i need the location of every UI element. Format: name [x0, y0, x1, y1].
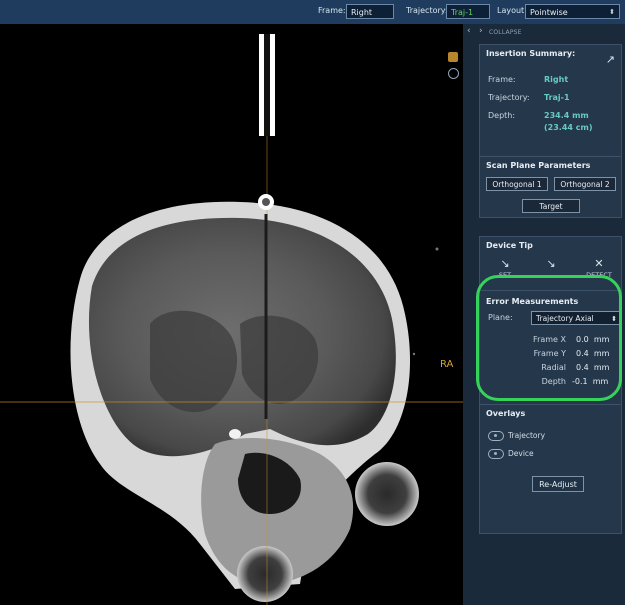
- summary-frame-value: Right: [544, 75, 569, 84]
- insertion-summary-card: Insertion Summary: ↗ Frame: Right Trajec…: [479, 44, 622, 162]
- frame-label: Frame:: [318, 6, 346, 15]
- highlight-ring: [476, 275, 622, 401]
- insertion-summary-title: Insertion Summary:: [486, 49, 576, 58]
- chevron-left-icon[interactable]: ‹: [467, 26, 471, 36]
- viewer-tools: [448, 52, 462, 79]
- scan-plane-title: Scan Plane Parameters: [486, 161, 591, 170]
- orientation-label: RA: [440, 359, 454, 370]
- summary-depth-cm: (23.44 cm): [544, 123, 593, 132]
- frame-select[interactable]: Right: [346, 4, 394, 19]
- overlays-card: Overlays Trajectory Device: [479, 404, 622, 534]
- device-tip-title: Device Tip: [486, 241, 533, 250]
- eye-icon[interactable]: [488, 449, 504, 459]
- overlay-trajectory-label: Trajectory: [508, 431, 546, 440]
- chevron-right-icon[interactable]: ›: [479, 26, 483, 36]
- trajectory-label: Trajectory:: [406, 6, 448, 15]
- overlays-title: Overlays: [486, 409, 526, 418]
- summary-frame-key: Frame:: [488, 75, 516, 84]
- re-adjust-button[interactable]: Re-Adjust: [532, 476, 584, 492]
- summary-trajectory-key: Trajectory:: [488, 93, 530, 102]
- layout-label: Layout:: [497, 6, 527, 15]
- settings-square-icon[interactable]: [448, 52, 458, 62]
- scan-plane-card: Scan Plane Parameters Orthogonal 1 Ortho…: [479, 156, 622, 218]
- needle-detect-icon: ✕: [594, 257, 604, 270]
- collapse-toggle[interactable]: ‹ › COLLAPSE: [463, 24, 625, 40]
- device-tip-middle[interactable]: ↘: [536, 257, 566, 271]
- summary-trajectory-value: Traj-1: [544, 93, 570, 102]
- overlay-device-label: Device: [508, 449, 534, 458]
- orthogonal-2-button[interactable]: Orthogonal 2: [554, 177, 616, 191]
- image-viewer[interactable]: RA: [0, 24, 463, 605]
- top-bar: Frame: Right Trajectory: Traj-1 Layout: …: [0, 0, 625, 24]
- eye-icon[interactable]: [488, 431, 504, 441]
- circle-target-icon[interactable]: [448, 68, 459, 79]
- summary-depth-key: Depth:: [488, 111, 516, 120]
- target-button[interactable]: Target: [522, 199, 580, 213]
- needle-set-icon: ↘: [500, 257, 510, 270]
- overlay-device-toggle[interactable]: Device: [488, 449, 534, 459]
- trajectory-select[interactable]: Traj-1: [446, 4, 490, 19]
- mri-image: [0, 34, 463, 605]
- layout-select[interactable]: Pointwise ⬍: [525, 4, 620, 19]
- layout-value: Pointwise: [530, 8, 568, 17]
- expand-arrow-icon[interactable]: ↗: [606, 53, 615, 66]
- collapse-label: COLLAPSE: [489, 29, 522, 36]
- orthogonal-1-button[interactable]: Orthogonal 1: [486, 177, 548, 191]
- summary-depth-value: 234.4 mm: [544, 111, 589, 120]
- overlay-trajectory-toggle[interactable]: Trajectory: [488, 431, 545, 441]
- chevron-updown-icon: ⬍: [609, 8, 615, 16]
- needle-icon: ↘: [546, 257, 556, 270]
